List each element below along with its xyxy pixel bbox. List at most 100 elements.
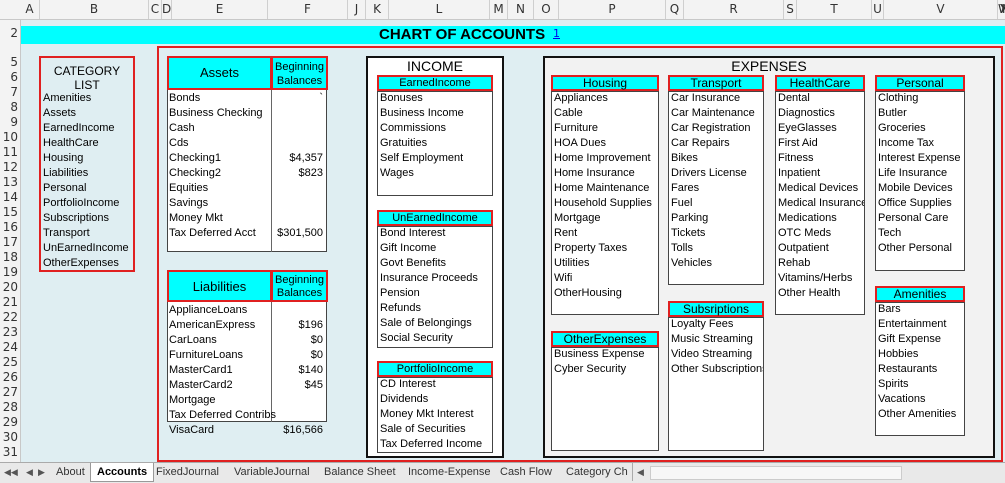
other-expense-item[interactable]: Cyber Security [552, 362, 658, 377]
unearned-income-item[interactable]: Refunds [378, 301, 492, 316]
column-header-d[interactable]: D [162, 0, 172, 19]
row-header-20[interactable]: 20 [0, 280, 20, 295]
row-header-15[interactable]: 15 [0, 205, 20, 220]
healthcare-item[interactable]: Medical Insurance [776, 196, 864, 211]
category-item[interactable]: PortfolioIncome [41, 196, 133, 211]
column-header-u[interactable]: U [872, 0, 884, 19]
healthcare-item[interactable]: Vitamins/Herbs [776, 271, 864, 286]
personal-item[interactable]: Personal Care [876, 211, 964, 226]
tab-cash-flow[interactable]: Cash Flow [494, 463, 558, 481]
personal-item[interactable]: Interest Expense [876, 151, 964, 166]
amenity-item[interactable]: Spirits [876, 377, 964, 392]
row-header-23[interactable]: 23 [0, 325, 20, 340]
horizontal-scrollbar[interactable] [650, 466, 902, 480]
amenity-item[interactable]: Gift Expense [876, 332, 964, 347]
category-item[interactable]: UnEarnedIncome [41, 241, 133, 256]
asset-item[interactable]: Cash [167, 121, 327, 136]
personal-item[interactable]: Mobile Devices [876, 181, 964, 196]
first-sheet-arrow-icon[interactable]: ◀◀ [4, 463, 18, 481]
unearned-income-item[interactable]: Insurance Proceeds [378, 271, 492, 286]
row-header-31[interactable]: 31 [0, 445, 20, 460]
tab-fixedjournal[interactable]: FixedJournal [150, 463, 225, 481]
transport-item[interactable]: Tickets [669, 226, 763, 241]
amenity-item[interactable]: Restaurants [876, 362, 964, 377]
housing-item[interactable]: Household Supplies [552, 196, 658, 211]
transport-item[interactable]: Car Registration [669, 121, 763, 136]
column-header-r[interactable]: R [684, 0, 784, 19]
earned-income-item[interactable]: Business Income [378, 106, 492, 121]
tab-balance-sheet[interactable]: Balance Sheet [318, 463, 402, 481]
column-header-q[interactable]: Q [666, 0, 684, 19]
tab-variablejournal[interactable]: VariableJournal [228, 463, 316, 481]
housing-item[interactable]: Wifi [552, 271, 658, 286]
housing-item[interactable]: Mortgage [552, 211, 658, 226]
transport-item[interactable]: Car Maintenance [669, 106, 763, 121]
category-item[interactable]: Liabilities [41, 166, 133, 181]
housing-item[interactable]: Property Taxes [552, 241, 658, 256]
category-item[interactable]: Amenities [41, 91, 133, 106]
asset-item[interactable]: Savings [167, 196, 327, 211]
earned-income-item[interactable]: Self Employment [378, 151, 492, 166]
asset-item[interactable]: Checking2 $823 [167, 166, 327, 181]
row-header-10[interactable]: 10 [0, 130, 20, 145]
healthcare-item[interactable]: Diagnostics [776, 106, 864, 121]
housing-item[interactable]: OtherHousing [552, 286, 658, 301]
asset-item[interactable]: Cds [167, 136, 327, 151]
subscription-item[interactable]: Other Subscriptions [669, 362, 763, 377]
healthcare-item[interactable]: Medical Devices [776, 181, 864, 196]
subscription-item[interactable]: Loyalty Fees [669, 317, 763, 332]
asset-item[interactable]: Money Mkt [167, 211, 327, 226]
row-header-12[interactable]: 12 [0, 160, 20, 175]
amenity-item[interactable]: Bars [876, 302, 964, 317]
category-item[interactable]: Subscriptions [41, 211, 133, 226]
row-header-13[interactable]: 13 [0, 175, 20, 190]
category-item[interactable]: Assets [41, 106, 133, 121]
amenity-item[interactable]: Entertainment [876, 317, 964, 332]
amenity-item[interactable]: Other Amenities [876, 407, 964, 422]
column-header-a[interactable]: A [20, 0, 40, 19]
row-header-19[interactable]: 19 [0, 265, 20, 280]
row-header-25[interactable]: 25 [0, 355, 20, 370]
healthcare-item[interactable]: Outpatient [776, 241, 864, 256]
transport-item[interactable]: Tolls [669, 241, 763, 256]
healthcare-item[interactable]: OTC Meds [776, 226, 864, 241]
column-header-o[interactable]: O [534, 0, 559, 19]
earned-income-item[interactable]: Commissions [378, 121, 492, 136]
row-header-9[interactable]: 9 [0, 115, 20, 130]
tab-accounts[interactable]: Accounts [90, 463, 155, 482]
housing-item[interactable]: Home Insurance [552, 166, 658, 181]
unearned-income-item[interactable]: Sale of Belongings [378, 316, 492, 331]
liability-item[interactable]: VisaCard $16,566 [167, 423, 327, 438]
row-header-21[interactable]: 21 [0, 295, 20, 310]
healthcare-item[interactable]: Inpatient [776, 166, 864, 181]
row-header-11[interactable]: 11 [0, 145, 20, 160]
unearned-income-item[interactable]: Govt Benefits [378, 256, 492, 271]
title-hyperlink[interactable]: 1 [553, 26, 560, 42]
row-header-2[interactable]: 2 [0, 26, 20, 41]
tab-about[interactable]: About [50, 463, 91, 481]
column-header-p[interactable]: P [559, 0, 666, 19]
prev-sheet-arrow-icon[interactable]: ◀ [26, 463, 33, 481]
housing-item[interactable]: Home Improvement [552, 151, 658, 166]
row-header-24[interactable]: 24 [0, 340, 20, 355]
asset-item[interactable]: Checking1 $4,357 [167, 151, 327, 166]
healthcare-item[interactable]: Rehab [776, 256, 864, 271]
personal-item[interactable]: Other Personal [876, 241, 964, 256]
personal-item[interactable]: Tech [876, 226, 964, 241]
housing-item[interactable]: Cable [552, 106, 658, 121]
unearned-income-item[interactable]: Pension [378, 286, 492, 301]
column-header-s[interactable]: S [784, 0, 797, 19]
personal-item[interactable]: Income Tax [876, 136, 964, 151]
healthcare-item[interactable]: Dental [776, 91, 864, 106]
personal-item[interactable]: Office Supplies [876, 196, 964, 211]
row-header-16[interactable]: 16 [0, 220, 20, 235]
category-item[interactable]: EarnedIncome [41, 121, 133, 136]
amenity-item[interactable]: Hobbies [876, 347, 964, 362]
amenity-item[interactable]: Vacations [876, 392, 964, 407]
tab-scroll-left-icon[interactable]: ◀ [632, 463, 644, 481]
liability-item[interactable]: AmericanExpress $196 [167, 318, 327, 333]
column-header-v[interactable]: V [884, 0, 998, 19]
healthcare-item[interactable]: Fitness [776, 151, 864, 166]
housing-item[interactable]: Home Maintenance [552, 181, 658, 196]
row-header-30[interactable]: 30 [0, 430, 20, 445]
